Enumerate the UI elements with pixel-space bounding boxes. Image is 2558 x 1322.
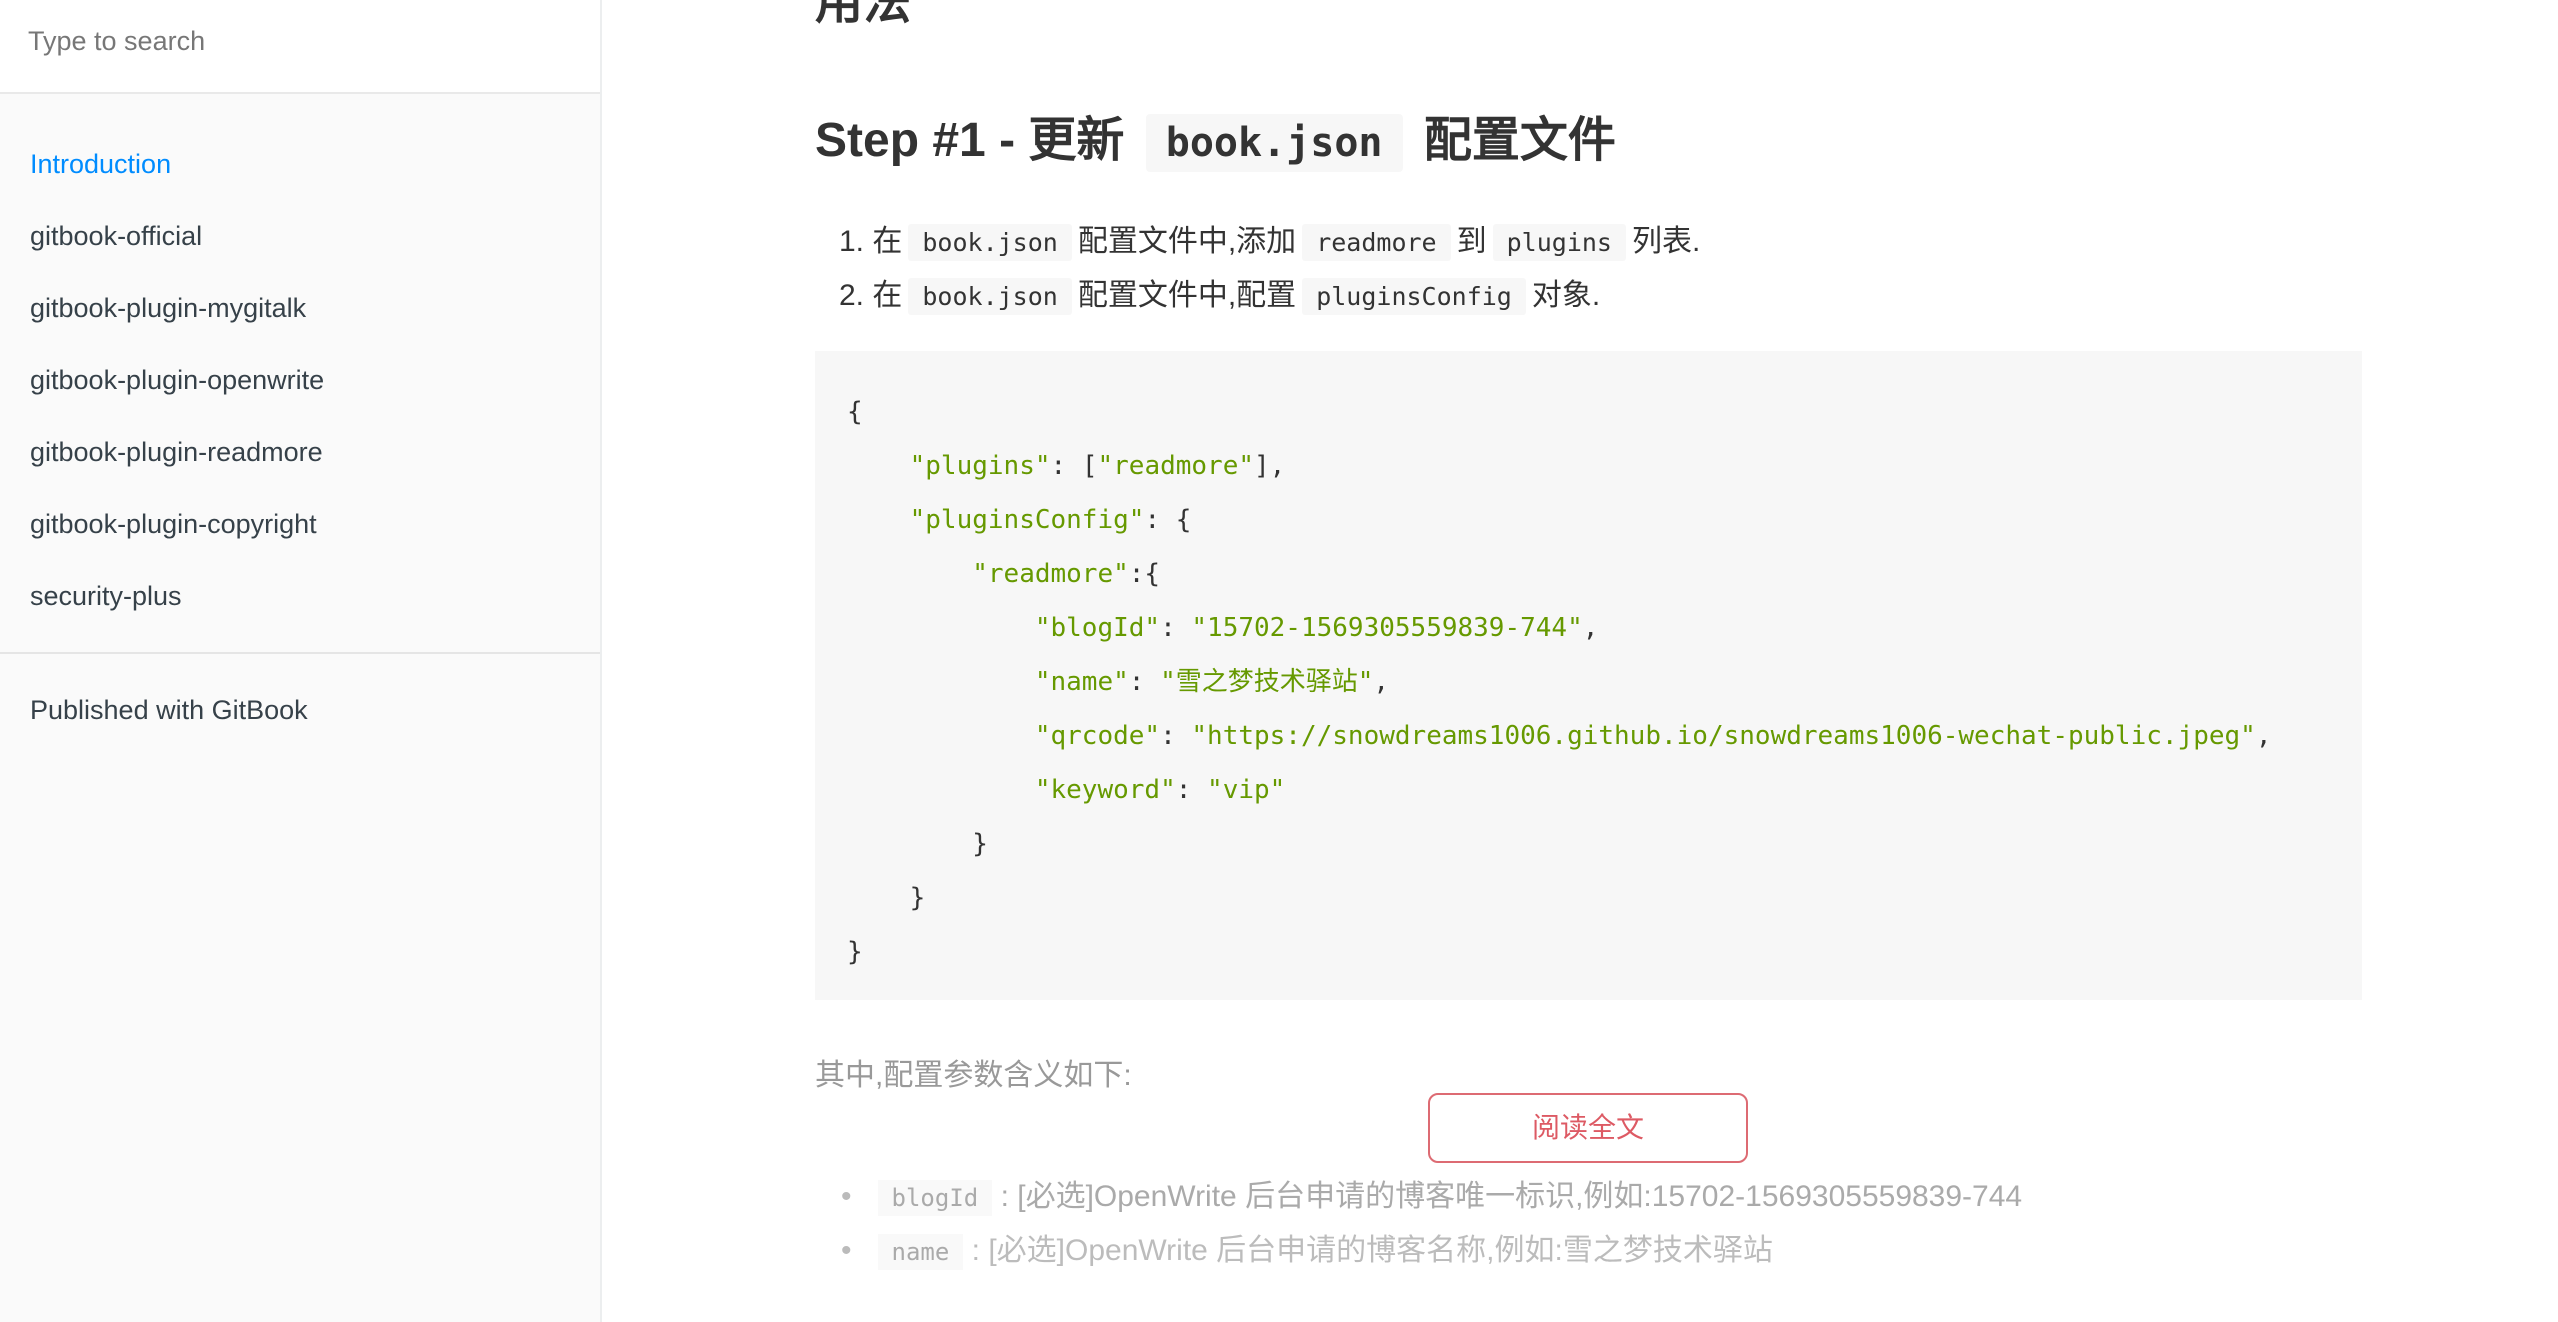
list-item: blogId : [必选]OpenWrite 后台申请的博客唯一标识,例如:15…: [841, 1170, 2022, 1224]
step-text: 到: [1456, 225, 1487, 258]
step-heading-code: book.json: [1145, 114, 1403, 172]
param-text: : [必选]OpenWrite 后台申请的博客名称,例如:雪之梦技术驿站: [971, 1234, 1773, 1267]
step-heading: Step #1 - 更新 book.json 配置文件: [815, 100, 1616, 172]
inline-code: name: [877, 1234, 964, 1270]
sidebar-item-readmore[interactable]: gitbook-plugin-readmore: [0, 416, 600, 488]
read-more-button[interactable]: 阅读全文: [1428, 1093, 1748, 1163]
inline-code: pluginsConfig: [1302, 278, 1526, 315]
step-text: 对象.: [1531, 279, 1601, 312]
search-box: [0, 0, 600, 94]
sidebar-item-gitbook-official[interactable]: gitbook-official: [0, 200, 600, 272]
step-num: 2.: [839, 279, 865, 312]
search-input[interactable]: [28, 26, 572, 57]
published-with-gitbook-link[interactable]: Published with GitBook: [0, 674, 600, 746]
inline-code: blogId: [877, 1180, 993, 1216]
list-item: name : [必选]OpenWrite 后台申请的博客名称,例如:雪之梦技术驿…: [841, 1224, 2022, 1278]
sidebar-nav: Introduction gitbook-official gitbook-pl…: [0, 94, 600, 654]
sidebar-item-copyright[interactable]: gitbook-plugin-copyright: [0, 488, 600, 560]
params-intro: 其中,配置参数含义如下:: [815, 1059, 1132, 1092]
inline-code: book.json: [908, 278, 1072, 315]
list-item: 2. 在 book.json 配置文件中,配置 pluginsConfig 对象.: [839, 269, 1700, 323]
steps-list: 1. 在 book.json 配置文件中,添加 readmore 到 plugins 列表.…: [839, 215, 1700, 323]
step-text: 在: [872, 225, 903, 258]
inline-code: plugins: [1492, 224, 1626, 261]
list-item: 1. 在 book.json 配置文件中,添加 readmore 到 plugins 列表.: [839, 215, 1700, 269]
usage-heading: 用法: [815, 0, 912, 29]
step-text: 列表.: [1631, 225, 1701, 258]
sidebar: Introduction gitbook-official gitbook-pl…: [0, 0, 602, 1322]
params-list: blogId : [必选]OpenWrite 后台申请的博客唯一标识,例如:15…: [841, 1170, 2022, 1278]
sidebar-item-introduction[interactable]: Introduction: [0, 128, 600, 200]
sidebar-item-mygitalk[interactable]: gitbook-plugin-mygitalk: [0, 272, 600, 344]
param-text: : [必选]OpenWrite 后台申请的博客唯一标识,例如:15702-156…: [1000, 1180, 2023, 1213]
step-text: 配置文件中,添加: [1077, 225, 1297, 258]
step-text: 在: [872, 279, 903, 312]
step-heading-suffix: 配置文件: [1423, 114, 1616, 167]
step-num: 1.: [839, 225, 865, 258]
inline-code: readmore: [1302, 224, 1451, 261]
sidebar-item-security-plus[interactable]: security-plus: [0, 560, 600, 632]
code-block: { "plugins": ["readmore"], "pluginsConfi…: [815, 351, 2362, 1000]
sidebar-item-openwrite[interactable]: gitbook-plugin-openwrite: [0, 344, 600, 416]
inline-code: book.json: [908, 224, 1072, 261]
step-heading-prefix: Step #1 - 更新: [815, 114, 1125, 167]
step-text: 配置文件中,配置: [1077, 279, 1297, 312]
